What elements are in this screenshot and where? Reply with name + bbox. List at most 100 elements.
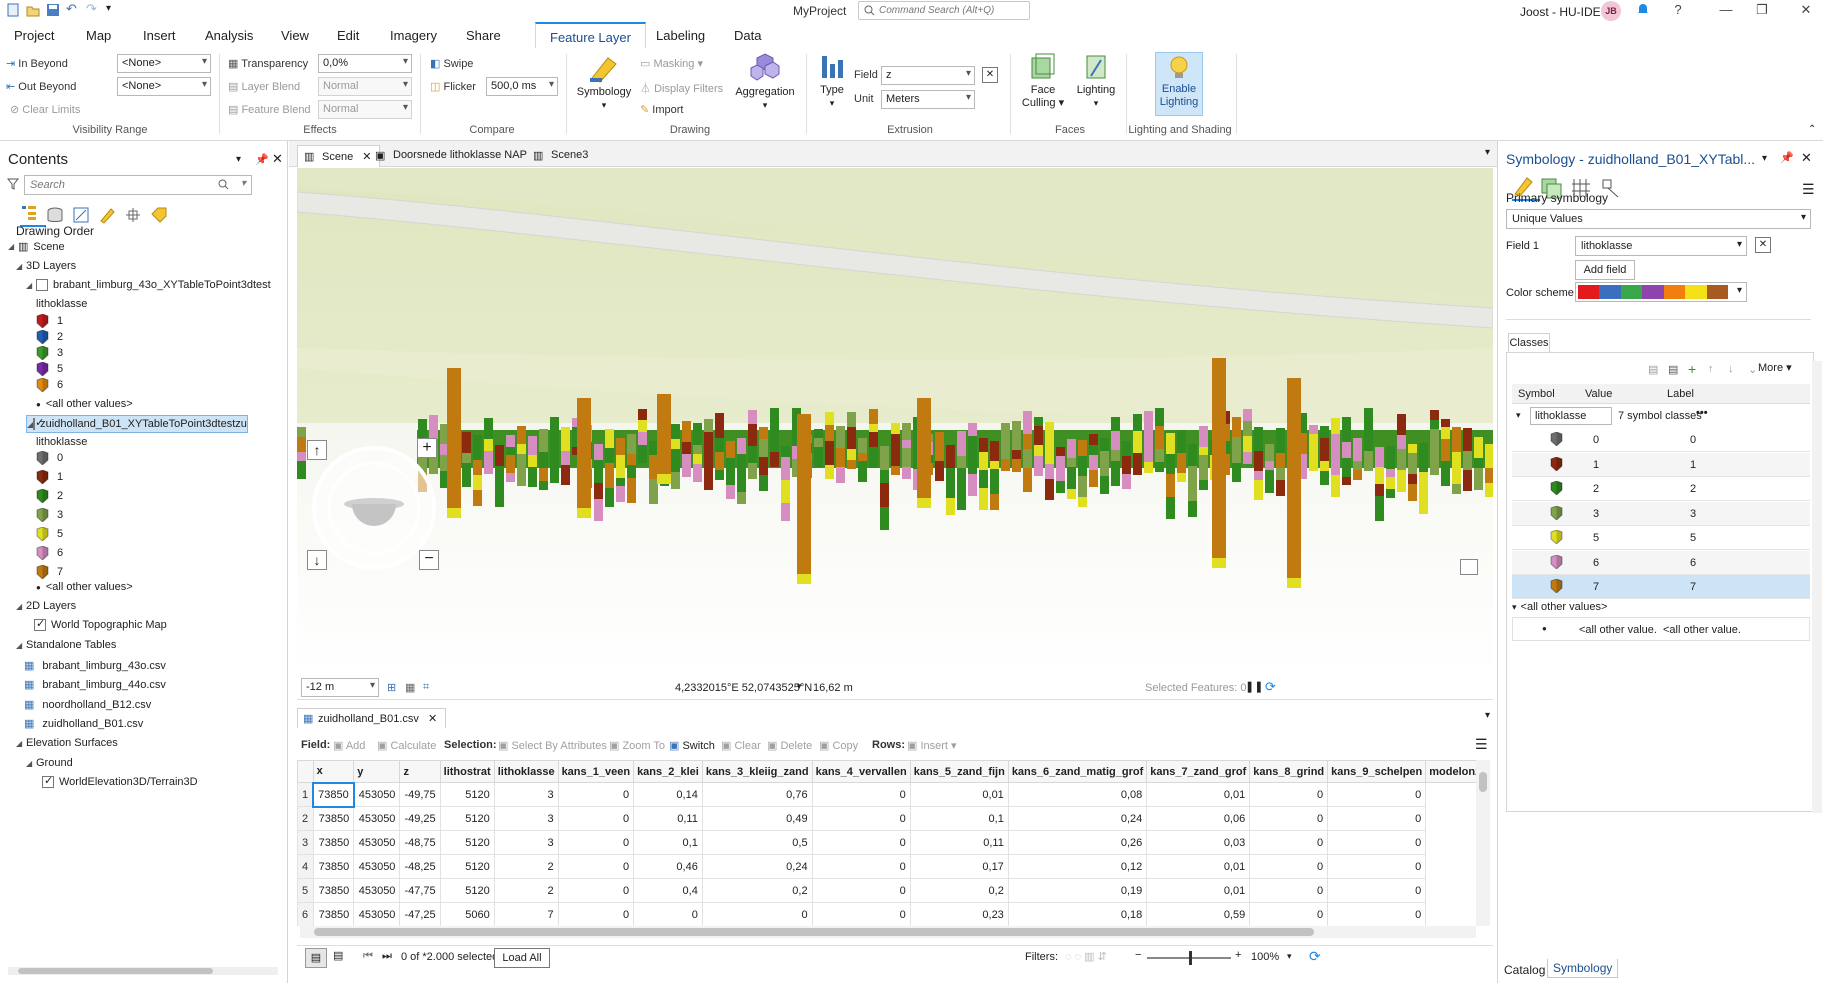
zoom-in-icon[interactable]: + [1235, 949, 1241, 961]
pin-icon[interactable]: 📌 [1780, 151, 1794, 164]
calculate-field-button[interactable]: ▣ Calculate [377, 739, 436, 752]
tree-elevation-surfaces[interactable]: ◢ Elevation Surfaces [16, 737, 118, 749]
list-by-snapping-icon[interactable] [124, 206, 150, 224]
table-cell[interactable]: 0 [557, 854, 635, 879]
copy-button[interactable]: ▣ Copy [819, 739, 858, 752]
save-icon[interactable] [46, 3, 60, 17]
table-cell[interactable]: 0,2 [909, 878, 1009, 903]
table-cell[interactable]: 0,24 [1007, 806, 1148, 831]
customize-dropdown-icon[interactable]: ▾ [106, 3, 120, 17]
table-cell[interactable]: 0,01 [1146, 878, 1251, 903]
clear-limits-button[interactable]: ⊘ Clear Limits [10, 103, 80, 116]
scale-select[interactable]: -12 m [301, 678, 379, 697]
table-cell[interactable]: 7 [493, 902, 559, 926]
list-by-labeling-icon[interactable] [150, 206, 176, 224]
table-cell[interactable]: 0 [811, 806, 911, 831]
new-project-icon[interactable] [6, 3, 20, 17]
scene-canvas[interactable] [297, 168, 1493, 676]
coordinate-format-icon[interactable]: ▾ [797, 681, 802, 692]
table-cell[interactable]: 0,14 [633, 782, 703, 807]
table-row[interactable]: 4 73850 453050 -48,25 5120 2 0 0,46 0,24 0 0,17 0,1… [297, 854, 1478, 879]
column-header[interactable]: lithoklasse [493, 760, 559, 783]
class-symbol-icon[interactable] [36, 527, 49, 541]
tabs-overflow-icon[interactable]: ▾ [1485, 710, 1490, 721]
tree-layer-brabant[interactable]: ◢ brabant_limburg_43o_XYTableToPoint3dtes… [26, 279, 271, 291]
table-cell[interactable]: 453050 [353, 830, 401, 855]
tree-layer-zuidholland[interactable]: ◢zuidholland_B01_XYTableToPoint3dtestzui… [26, 415, 248, 433]
table-cell[interactable]: 5120 [439, 878, 495, 903]
column-header[interactable]: kans_6_zand_matig_grof [1007, 760, 1148, 783]
legend-class-item[interactable]: 6 [36, 546, 63, 560]
tree-scene[interactable]: ◢ ▥ Scene [8, 240, 65, 254]
table-cell[interactable]: 0 [1327, 902, 1427, 926]
aggregation-button[interactable]: Aggregation ▾ [732, 52, 798, 112]
tab-imagery[interactable]: Imagery [390, 28, 437, 43]
layer-visibility-checkbox[interactable] [36, 279, 48, 291]
table-cell[interactable]: 0 [701, 902, 813, 926]
zoom-out-icon[interactable]: − [1135, 949, 1141, 961]
tab-labeling[interactable]: Labeling [656, 28, 705, 43]
enable-lighting-button[interactable]: Enable Lighting [1155, 52, 1203, 116]
table-cell[interactable]: 0,49 [701, 806, 813, 831]
legend-class-item[interactable]: 0 [36, 451, 63, 465]
symbology-button[interactable]: Symbology ▾ [574, 52, 634, 112]
close-pane-icon[interactable]: ✕ [1801, 150, 1812, 166]
other-values-label[interactable]: <all other value... [1663, 624, 1741, 636]
legend-class-item[interactable]: 2 [36, 330, 63, 344]
table-cell[interactable]: 0,26 [1007, 830, 1148, 855]
column-header[interactable]: kans_7_zand_grof [1146, 760, 1251, 783]
row-number[interactable]: 5 [297, 878, 314, 903]
class-symbol-icon[interactable] [36, 314, 49, 328]
collapse-icon[interactable]: ▾ [1516, 410, 1521, 421]
legend-class-item[interactable]: 5 [36, 362, 63, 376]
move-down-icon[interactable]: ↓ [1728, 363, 1748, 375]
redo-icon[interactable]: ↷ [86, 2, 100, 17]
class-symbol-icon[interactable] [1550, 432, 1563, 446]
contents-search-input[interactable]: Search ▾ [24, 175, 252, 195]
row-number[interactable]: 6 [297, 902, 314, 926]
table-cell[interactable]: 0 [1249, 878, 1329, 903]
legend-class-item[interactable]: 2 [36, 489, 63, 503]
extrusion-field-select[interactable]: z [881, 66, 975, 85]
class-label[interactable]: 6 [1690, 557, 1696, 569]
table-cell[interactable]: 0,03 [1146, 830, 1251, 855]
in-beyond-select[interactable]: <None> [117, 54, 211, 73]
table-cell[interactable]: 0,1 [633, 830, 703, 855]
display-filters-button[interactable]: ⏃ Display Filters [640, 80, 723, 96]
class-label[interactable]: 2 [1690, 483, 1696, 495]
class-row[interactable]: 77 [1512, 575, 1810, 599]
table-cell[interactable]: 0 [811, 902, 911, 926]
class-symbol-icon[interactable] [36, 489, 49, 503]
table-cell[interactable]: 73850 [312, 806, 355, 831]
symbology-tab[interactable]: Symbology [1547, 959, 1619, 978]
table-cell[interactable]: 0,23 [909, 902, 1009, 926]
table-cell[interactable]: 0,19 [1007, 878, 1148, 903]
tab-data[interactable]: Data [734, 28, 761, 43]
tab-share[interactable]: Share [466, 28, 501, 43]
table-cell[interactable]: 0,01 [1146, 782, 1251, 807]
layer-visibility-checkbox[interactable] [34, 617, 46, 631]
table-cell[interactable]: 0 [1327, 830, 1427, 855]
tab-scene3[interactable]: ▥ Scene3 [527, 145, 596, 167]
expression-icon[interactable]: ✕ [1755, 237, 1771, 253]
class-row[interactable]: 00 [1512, 428, 1810, 452]
last-record-icon[interactable]: ⏭ [382, 950, 392, 963]
show-selected-records-icon[interactable]: ▤ [333, 949, 343, 962]
layer-blend-select[interactable]: Normal [318, 77, 412, 96]
class-label[interactable]: 7 [1690, 581, 1696, 593]
table-cell[interactable]: 0 [1327, 854, 1427, 879]
class-value[interactable]: 6 [1593, 557, 1599, 569]
table-cell[interactable]: 0,1 [909, 806, 1009, 831]
move-up-icon[interactable]: ↑ [1708, 363, 1728, 375]
table-cell[interactable]: -49,25 [399, 806, 441, 831]
row-number[interactable]: 1 [297, 782, 314, 807]
other-values-value[interactable]: <all other value... [1579, 624, 1657, 636]
table-cell[interactable]: -48,75 [399, 830, 441, 855]
swipe-button[interactable]: ◧ Swipe [430, 57, 473, 70]
tree-table[interactable]: ▦ zuidholland_B01.csv [24, 717, 143, 731]
table-cell[interactable]: 0,08 [1007, 782, 1148, 807]
table-cell[interactable]: 0 [557, 830, 635, 855]
table-cell[interactable]: 0 [1249, 806, 1329, 831]
out-beyond-select[interactable]: <None> [117, 77, 211, 96]
tree-2d-layers[interactable]: ◢ 2D Layers [16, 600, 76, 612]
